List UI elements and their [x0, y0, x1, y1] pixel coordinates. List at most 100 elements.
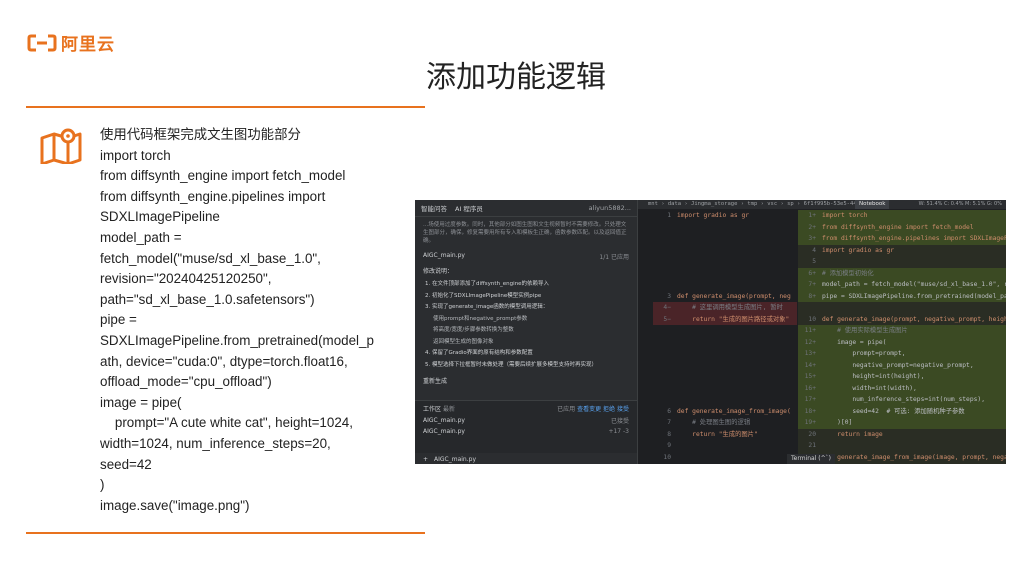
- code-text: seed=42 # 可选: 添加随机种子参数: [822, 407, 965, 415]
- code-line: SDXLImagePipeline.from_pretrained(model_…: [100, 332, 374, 348]
- workspace-label: 工作区: [423, 405, 442, 413]
- user-name[interactable]: aliyun5882...: [589, 204, 631, 212]
- line-number: 7+: [808, 281, 816, 288]
- terminal-tab[interactable]: Terminal (^`): [787, 454, 835, 464]
- diff-right-pane: 1+ import torch 2+ from diffsynth_engine im…: [798, 210, 1006, 464]
- code-line: prompt="A cute white cat", height=1024,: [100, 415, 353, 431]
- file-status: 已应用: [610, 254, 629, 261]
- code-text: height=int(height),: [822, 373, 925, 380]
- code-line: 21: [798, 440, 1006, 452]
- code-text: pipe = SDXLImagePipeline.from_pretrained…: [822, 292, 1006, 300]
- line-number: 3+: [808, 235, 816, 242]
- input-bar[interactable]: + AIGC_main.py: [415, 453, 637, 464]
- workspace-file-status: +17 -3: [608, 428, 629, 435]
- change-item: 3. 实现了generate_image函数的模型调用逻辑：: [425, 304, 549, 310]
- line-number: 12+: [804, 338, 816, 346]
- line-number: 7: [667, 419, 671, 426]
- changes-title: 修改说明：: [423, 268, 454, 275]
- ai-file-card[interactable]: AIGC_main.py 1/1 已应用: [423, 252, 629, 261]
- plus-icon[interactable]: +: [423, 456, 428, 463]
- code-line: 20 return image: [798, 429, 1006, 441]
- workspace-file-row[interactable]: AIGC_main.py +17 -3: [415, 426, 637, 437]
- code-line: model_path =: [100, 229, 182, 245]
- code-text: def generate_image_from_image(: [677, 407, 791, 415]
- reject-button[interactable]: 拒绝: [603, 406, 615, 413]
- code-line: 12+ image = pipe(: [798, 336, 1006, 348]
- change-item: 1. 在文件顶部添加了diffsynth_engine的依赖导入: [425, 281, 550, 287]
- workspace-sub: 最新: [442, 405, 455, 413]
- footer-divider: [26, 532, 425, 534]
- code-line: 15+ height=int(height),: [798, 371, 1006, 383]
- line-number: 18+: [804, 407, 816, 415]
- code-line: offload_mode="cpu_offload"): [100, 374, 272, 390]
- line-number: 10: [663, 453, 671, 461]
- code-text: from diffsynth_engine import fetch_model: [822, 223, 974, 231]
- line-number: 8: [667, 430, 671, 438]
- code-text: import gradio as gr: [677, 212, 750, 219]
- code-text: image = pipe(: [822, 338, 887, 346]
- map-icon: [40, 128, 82, 164]
- code-line: image = pipe(: [100, 394, 182, 410]
- code-line: 1 import gradio as gr: [653, 210, 797, 222]
- line-number: 21: [808, 442, 816, 449]
- workspace-file-row[interactable]: AIGC_main.py 已接受: [415, 415, 637, 426]
- code-line: 16+ width=int(width),: [798, 382, 1006, 394]
- code-line: 3+ from diffsynth_engine.pipelines import…: [798, 233, 1006, 245]
- change-item: 将高度/宽度/步骤参数转换为整数: [433, 327, 514, 333]
- file-name: AIGC_main.py: [423, 252, 465, 259]
- bottom-file-tag[interactable]: AIGC_main.py: [434, 456, 476, 463]
- accept-button[interactable]: 接受: [617, 406, 629, 413]
- change-item: 返回模型生成的图像对象: [433, 338, 494, 345]
- code-line: 8+ pipe = SDXLImagePipeline.from_pretrain…: [798, 290, 1006, 302]
- code-line: 18+ seed=42 # 可选: 添加随机种子参数: [798, 405, 1006, 417]
- code-text: prompt=prompt,: [822, 350, 906, 357]
- aliyun-logo-icon: [27, 34, 57, 51]
- code-line: 8 return "生成的图片": [653, 429, 797, 441]
- code-line: 13+ prompt=prompt,: [798, 348, 1006, 360]
- tab-qa[interactable]: 智能问答: [421, 203, 447, 213]
- line-number: 13+: [804, 350, 816, 357]
- code-line: width=1024, num_inference_steps=20,: [100, 435, 331, 451]
- code-text: negative_prompt=negative_prompt,: [822, 361, 974, 369]
- code-line: 6+ # 添加模型初始化: [798, 267, 1006, 279]
- changes-list: 1. 在文件顶部添加了diffsynth_engine的依赖导入 2. 初始化了S…: [415, 277, 637, 373]
- code-line: 3 def generate_image(prompt, neg: [653, 291, 797, 303]
- code-text: return image: [822, 430, 883, 438]
- notebook-tab[interactable]: Notebook: [855, 200, 890, 209]
- code-line: 7+ model_path = fetch_model("muse/sd_xl_b…: [798, 279, 1006, 291]
- change-item: 5. 模型选择下拉框暂时未做处理（需要后续扩展多模型支持时再实现）: [425, 361, 597, 368]
- code-line: 4− # 这里调用模型生成图片, 暂时: [653, 302, 797, 314]
- code-line: from diffsynth_engine.pipelines import: [100, 188, 326, 204]
- change-item: 使用prompt和negative_prompt参数: [433, 315, 528, 322]
- line-number: 11: [653, 463, 671, 464]
- change-item: 2. 初始化了SDXLImagePipeline模型实例pipe: [425, 292, 542, 299]
- line-number: 14+: [804, 361, 816, 369]
- code-text: def generate_image(prompt, neg: [677, 292, 791, 300]
- code-description: 使用代码框架完成文生图功能部分 import torch from diffsynt…: [100, 125, 400, 516]
- code-text: num_inference_steps=int(num_steps),: [822, 396, 986, 403]
- workspace-file-status: 已接受: [610, 418, 629, 425]
- view-changes-button[interactable]: 查看变更: [577, 406, 601, 413]
- line-number: 20: [808, 430, 816, 438]
- code-line: 19+ )[0]: [798, 417, 1006, 429]
- line-number: 4: [812, 246, 816, 254]
- ide-screenshot: 智能问答 AI 程序员 aliyun5882... ...场使用过度参数。同时，…: [415, 200, 1006, 464]
- code-line: 4 import gradio as gr: [798, 245, 1006, 257]
- code-line: SDXLImagePipeline: [100, 209, 220, 225]
- line-number: 3: [667, 292, 671, 300]
- line-number: 19+: [804, 419, 816, 426]
- code-line: pipe =: [100, 312, 137, 328]
- code-line: import torch: [100, 147, 171, 163]
- regenerate-button[interactable]: 重新生成: [415, 373, 637, 388]
- line-number: 6: [667, 407, 671, 415]
- code-line: 11def generate_video(prompt, neg: [653, 463, 797, 464]
- tab-ai-programmer[interactable]: AI 程序员: [455, 203, 483, 213]
- code-text: # 添加模型初始化: [822, 269, 874, 277]
- code-line: 6 def generate_image_from_image(: [653, 406, 797, 418]
- code-line: seed=42: [100, 456, 152, 472]
